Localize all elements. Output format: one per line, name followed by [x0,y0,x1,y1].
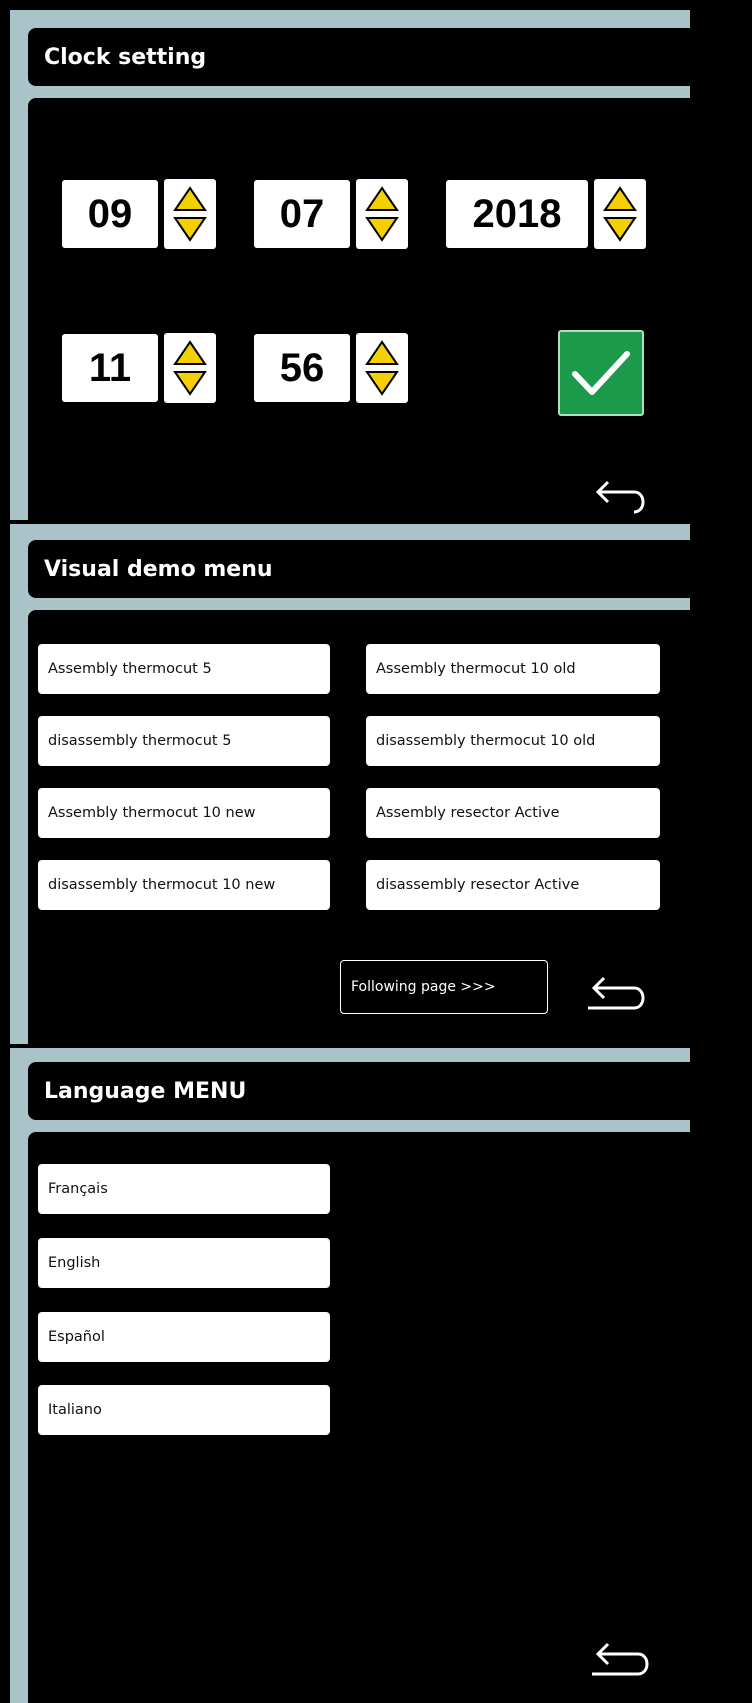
demo-menu-item[interactable]: disassembly thermocut 10 new [38,860,330,910]
hour-value: 11 [62,334,158,402]
day-down-button[interactable] [169,214,211,244]
demo-title: Visual demo menu [44,556,273,582]
demo-body-panel: Assembly thermocut 5 disassembly thermoc… [28,610,690,1044]
demo-menu-item[interactable]: disassembly thermocut 5 [38,716,330,766]
minute-value: 56 [254,334,350,402]
hour-value-text: 11 [88,345,132,390]
month-up-button[interactable] [361,184,403,214]
return-arrow-icon[interactable] [584,976,650,1014]
arrow-up-icon [173,340,207,365]
demo-menu-item[interactable]: Assembly thermocut 10 new [38,788,330,838]
day-value: 09 [62,180,158,248]
month-spinner [356,179,408,249]
demo-title-bar: Visual demo menu [28,540,690,598]
following-page-label: Following page >>> [351,979,496,995]
arrow-down-icon [365,371,399,396]
day-value-text: 09 [87,191,133,236]
arrow-up-icon [365,186,399,211]
language-title: Language MENU [44,1078,247,1104]
language-item-espanol[interactable]: Español [38,1312,330,1362]
return-arrow-icon[interactable] [588,1642,654,1680]
language-item-english[interactable]: English [38,1238,330,1288]
demo-menu-item[interactable]: disassembly resector Active [366,860,660,910]
arrow-down-icon [603,217,637,242]
language-body-panel: Français English Español Italiano [28,1132,690,1703]
month-value-text: 07 [279,191,325,236]
month-down-button[interactable] [361,214,403,244]
language-item-francais[interactable]: Français [38,1164,330,1214]
hour-spinner [164,333,216,403]
confirm-button[interactable] [558,330,644,416]
clock-title-bar: Clock setting [28,28,690,86]
hour-down-button[interactable] [169,368,211,398]
return-arrow-icon[interactable] [588,480,654,518]
arrow-up-icon [603,186,637,211]
demo-menu-item[interactable]: Assembly thermocut 10 old [366,644,660,694]
year-up-button[interactable] [599,184,641,214]
minute-value-text: 56 [279,345,325,390]
arrow-up-icon [173,186,207,211]
year-spinner [594,179,646,249]
day-spinner [164,179,216,249]
arrow-down-icon [173,217,207,242]
clock-body-panel: 09 07 2018 11 56 [28,98,690,520]
demo-menu-item[interactable]: Assembly thermocut 5 [38,644,330,694]
language-item-italiano[interactable]: Italiano [38,1385,330,1435]
language-menu-screen: Language MENU Français English Español I… [10,1048,690,1703]
year-down-button[interactable] [599,214,641,244]
arrow-down-icon [173,371,207,396]
arrow-up-icon [365,340,399,365]
arrow-down-icon [365,217,399,242]
day-up-button[interactable] [169,184,211,214]
hour-up-button[interactable] [169,338,211,368]
month-value: 07 [254,180,350,248]
clock-title: Clock setting [44,44,207,70]
demo-menu-item[interactable]: disassembly thermocut 10 old [366,716,660,766]
following-page-button[interactable]: Following page >>> [340,960,548,1014]
year-value: 2018 [446,180,588,248]
minute-up-button[interactable] [361,338,403,368]
visual-demo-screen: Visual demo menu Assembly thermocut 5 di… [10,524,690,1044]
minute-spinner [356,333,408,403]
checkmark-icon [572,351,630,395]
year-value-text: 2018 [472,191,562,236]
language-title-bar: Language MENU [28,1062,690,1120]
demo-menu-item[interactable]: Assembly resector Active [366,788,660,838]
clock-setting-screen: Clock setting 09 07 2018 11 56 [10,10,690,520]
minute-down-button[interactable] [361,368,403,398]
